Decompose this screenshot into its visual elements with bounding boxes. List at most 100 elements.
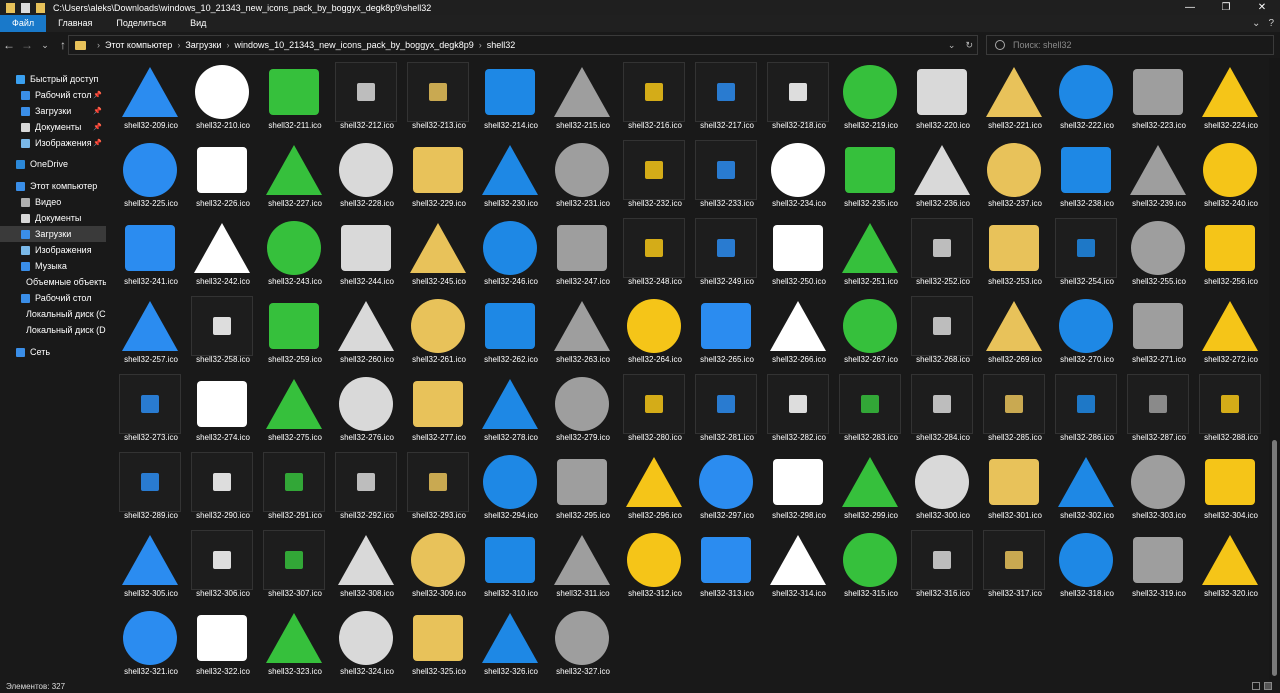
file-item[interactable]: shell32-281.ico bbox=[687, 370, 759, 448]
file-item[interactable]: shell32-288.ico bbox=[1191, 370, 1263, 448]
breadcrumb-chevron-icon[interactable]: › bbox=[479, 40, 482, 50]
nav-item[interactable]: Загрузки 📌 bbox=[0, 103, 106, 119]
scrollbar-thumb[interactable] bbox=[1272, 440, 1277, 676]
file-item[interactable]: shell32-267.ico bbox=[831, 292, 903, 370]
file-item[interactable]: shell32-244.ico bbox=[327, 214, 399, 292]
tab-share[interactable]: Поделиться bbox=[104, 15, 178, 32]
file-item[interactable]: shell32-255.ico bbox=[1119, 214, 1191, 292]
file-item[interactable]: shell32-253.ico bbox=[975, 214, 1047, 292]
properties-icon[interactable] bbox=[21, 2, 30, 13]
file-item[interactable]: shell32-324.ico bbox=[327, 604, 399, 680]
file-item[interactable]: shell32-243.ico bbox=[255, 214, 327, 292]
address-dropdown-icon[interactable]: ⌄ bbox=[948, 36, 956, 54]
file-item[interactable]: shell32-231.ico bbox=[543, 136, 615, 214]
file-item[interactable]: shell32-250.ico bbox=[759, 214, 831, 292]
nav-item[interactable]: Локальный диск (D:) bbox=[0, 322, 106, 338]
breadcrumb-pack-folder[interactable]: windows_10_21343_new_icons_pack_by_boggy… bbox=[235, 40, 474, 50]
file-item[interactable]: shell32-320.ico bbox=[1191, 526, 1263, 604]
file-item[interactable]: shell32-319.ico bbox=[1119, 526, 1191, 604]
file-item[interactable]: shell32-223.ico bbox=[1119, 58, 1191, 136]
file-item[interactable]: shell32-317.ico bbox=[975, 526, 1047, 604]
file-item[interactable]: shell32-296.ico bbox=[615, 448, 687, 526]
nav-item[interactable]: Сеть bbox=[0, 344, 106, 360]
forward-icon[interactable]: → bbox=[18, 38, 36, 52]
nav-item[interactable]: Рабочий стол 📌 bbox=[0, 87, 106, 103]
maximize-button[interactable]: ❐ bbox=[1208, 0, 1244, 15]
file-item[interactable]: shell32-249.ico bbox=[687, 214, 759, 292]
file-item[interactable]: shell32-257.ico bbox=[111, 292, 183, 370]
file-item[interactable]: shell32-308.ico bbox=[327, 526, 399, 604]
file-item[interactable]: shell32-305.ico bbox=[111, 526, 183, 604]
nav-item[interactable]: Объемные объекты bbox=[0, 274, 106, 290]
nav-item[interactable]: Загрузки bbox=[0, 226, 106, 242]
file-item[interactable]: shell32-265.ico bbox=[687, 292, 759, 370]
file-item[interactable]: shell32-312.ico bbox=[615, 526, 687, 604]
file-item[interactable]: shell32-261.ico bbox=[399, 292, 471, 370]
file-item[interactable]: shell32-325.ico bbox=[399, 604, 471, 680]
file-item[interactable]: shell32-212.ico bbox=[327, 58, 399, 136]
nav-item[interactable]: Изображения 📌 bbox=[0, 135, 106, 151]
file-item[interactable]: shell32-214.ico bbox=[471, 58, 543, 136]
file-item[interactable]: shell32-263.ico bbox=[543, 292, 615, 370]
vertical-scrollbar[interactable] bbox=[1269, 58, 1280, 680]
file-item[interactable]: shell32-251.ico bbox=[831, 214, 903, 292]
file-item[interactable]: shell32-286.ico bbox=[1047, 370, 1119, 448]
file-item[interactable]: shell32-318.ico bbox=[1047, 526, 1119, 604]
file-item[interactable]: shell32-210.ico bbox=[183, 58, 255, 136]
file-item[interactable]: shell32-245.ico bbox=[399, 214, 471, 292]
nav-item[interactable]: Рабочий стол bbox=[0, 290, 106, 306]
file-item[interactable]: shell32-272.ico bbox=[1191, 292, 1263, 370]
recent-dropdown-icon[interactable]: ⌄ bbox=[36, 40, 54, 51]
file-item[interactable]: shell32-315.ico bbox=[831, 526, 903, 604]
file-item[interactable]: shell32-313.ico bbox=[687, 526, 759, 604]
file-item[interactable]: shell32-284.ico bbox=[903, 370, 975, 448]
breadcrumb-this-pc[interactable]: Этот компьютер bbox=[105, 40, 172, 50]
file-item[interactable]: shell32-323.ico bbox=[255, 604, 327, 680]
file-item[interactable]: shell32-273.ico bbox=[111, 370, 183, 448]
details-view-icon[interactable] bbox=[1252, 682, 1260, 690]
nav-item[interactable]: Локальный диск (C:) bbox=[0, 306, 106, 322]
file-item[interactable]: shell32-268.ico bbox=[903, 292, 975, 370]
folder-icon[interactable] bbox=[6, 2, 15, 13]
file-item[interactable]: shell32-304.ico bbox=[1191, 448, 1263, 526]
file-item[interactable]: shell32-238.ico bbox=[1047, 136, 1119, 214]
file-item[interactable]: shell32-287.ico bbox=[1119, 370, 1191, 448]
file-item[interactable]: shell32-234.ico bbox=[759, 136, 831, 214]
file-item[interactable]: shell32-228.ico bbox=[327, 136, 399, 214]
file-item[interactable]: shell32-322.ico bbox=[183, 604, 255, 680]
file-item[interactable]: shell32-274.ico bbox=[183, 370, 255, 448]
nav-item[interactable]: Документы bbox=[0, 210, 106, 226]
file-item[interactable]: shell32-236.ico bbox=[903, 136, 975, 214]
file-item[interactable]: shell32-222.ico bbox=[1047, 58, 1119, 136]
back-icon[interactable]: ← bbox=[0, 38, 18, 52]
file-item[interactable]: shell32-227.ico bbox=[255, 136, 327, 214]
file-item[interactable]: shell32-276.ico bbox=[327, 370, 399, 448]
file-item[interactable]: shell32-278.ico bbox=[471, 370, 543, 448]
large-icons-view-icon[interactable] bbox=[1264, 682, 1272, 690]
file-item[interactable]: shell32-241.ico bbox=[111, 214, 183, 292]
file-item[interactable]: shell32-242.ico bbox=[183, 214, 255, 292]
nav-item[interactable]: Изображения bbox=[0, 242, 106, 258]
file-item[interactable]: shell32-220.ico bbox=[903, 58, 975, 136]
file-item[interactable]: shell32-230.ico bbox=[471, 136, 543, 214]
address-bar[interactable]: › Этот компьютер › Загрузки › windows_10… bbox=[68, 35, 978, 55]
file-item[interactable]: shell32-275.ico bbox=[255, 370, 327, 448]
file-item[interactable]: shell32-247.ico bbox=[543, 214, 615, 292]
file-item[interactable]: shell32-237.ico bbox=[975, 136, 1047, 214]
file-item[interactable]: shell32-307.ico bbox=[255, 526, 327, 604]
file-item[interactable]: shell32-311.ico bbox=[543, 526, 615, 604]
file-item[interactable]: shell32-271.ico bbox=[1119, 292, 1191, 370]
file-item[interactable]: shell32-314.ico bbox=[759, 526, 831, 604]
file-item[interactable]: shell32-264.ico bbox=[615, 292, 687, 370]
file-item[interactable]: shell32-280.ico bbox=[615, 370, 687, 448]
minimize-button[interactable]: — bbox=[1172, 0, 1208, 15]
file-item[interactable]: shell32-298.ico bbox=[759, 448, 831, 526]
file-item[interactable]: shell32-252.ico bbox=[903, 214, 975, 292]
file-item[interactable]: shell32-209.ico bbox=[111, 58, 183, 136]
file-item[interactable]: shell32-239.ico bbox=[1119, 136, 1191, 214]
file-item[interactable]: shell32-229.ico bbox=[399, 136, 471, 214]
search-box[interactable]: Поиск: shell32 bbox=[986, 35, 1274, 55]
file-item[interactable]: shell32-258.ico bbox=[183, 292, 255, 370]
new-folder-icon[interactable] bbox=[36, 2, 45, 13]
file-item[interactable]: shell32-226.ico bbox=[183, 136, 255, 214]
